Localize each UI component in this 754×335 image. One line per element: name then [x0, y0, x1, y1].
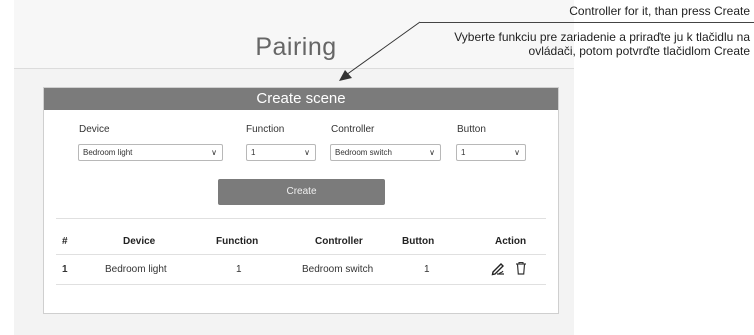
row-controller: Bedroom switch — [302, 264, 374, 275]
button-select-value: 1 — [461, 148, 466, 157]
row-index: 1 — [62, 264, 68, 275]
page-title: Pairing — [255, 33, 337, 61]
chevron-down-icon: ∨ — [514, 148, 520, 157]
controller-select[interactable]: Bedroom switch ∨ — [330, 144, 441, 161]
table-header-index: # — [62, 236, 68, 247]
annotation-divider — [420, 22, 754, 23]
table-header-device: Device — [123, 236, 156, 247]
row-button: 1 — [424, 264, 430, 275]
chevron-down-icon: ∨ — [304, 148, 310, 157]
function-label: Function — [246, 124, 285, 135]
table-header-action: Action — [495, 236, 527, 247]
create-scene-title: Create scene — [44, 88, 558, 110]
button-select[interactable]: 1 ∨ — [456, 144, 526, 161]
device-select[interactable]: Bedroom light ∨ — [78, 144, 223, 161]
chevron-down-icon: ∨ — [429, 148, 435, 157]
button-label: Button — [457, 124, 486, 135]
controller-select-value: Bedroom switch — [335, 148, 392, 157]
chevron-down-icon: ∨ — [211, 148, 217, 157]
function-select[interactable]: 1 ∨ — [246, 144, 316, 161]
create-scene-card: Create scene Device Function Controller … — [43, 87, 559, 314]
device-label: Device — [79, 124, 110, 135]
function-select-value: 1 — [251, 148, 256, 157]
section-divider — [56, 218, 546, 219]
table-header-divider — [56, 254, 546, 255]
row-function: 1 — [236, 264, 242, 275]
table-header-function: Function — [216, 236, 259, 247]
trash-icon[interactable] — [513, 260, 529, 276]
table-bottom-divider — [56, 284, 546, 285]
device-select-value: Bedroom light — [83, 148, 133, 157]
table-header-button: Button — [402, 236, 435, 247]
edit-icon[interactable] — [490, 260, 506, 276]
table-header-controller: Controller — [315, 236, 363, 247]
controller-label: Controller — [331, 124, 375, 135]
annotation-text-2: Vyberte funkciu pre zariadenie a priraďt… — [454, 30, 750, 58]
row-device: Bedroom light — [105, 264, 167, 275]
create-button[interactable]: Create — [218, 179, 385, 205]
annotation-text-1: Controller for it, than press Create — [569, 4, 750, 18]
